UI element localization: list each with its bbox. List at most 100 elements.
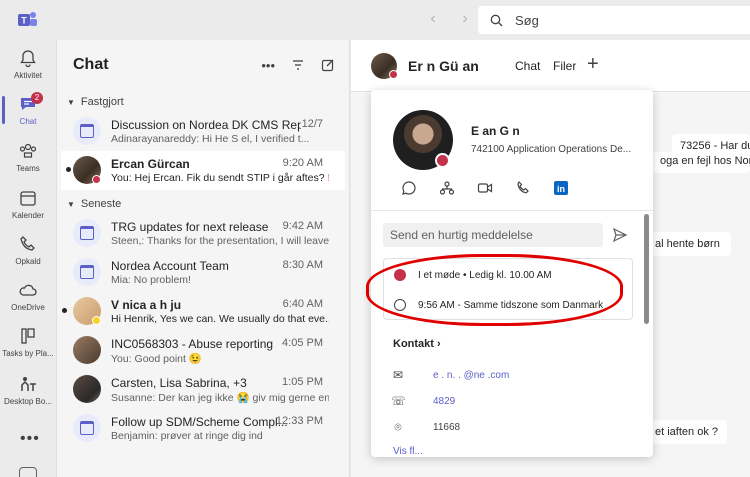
search-icon xyxy=(490,14,503,26)
recent-section-header[interactable]: ▼ Seneste xyxy=(57,194,349,214)
chat-row-nordea-cms[interactable]: Discussion on Nordea DK CMS Rep... 12/7 … xyxy=(57,112,349,151)
chat-time: 6:40 AM xyxy=(282,298,323,310)
rail-item-onedrive[interactable]: OneDrive xyxy=(0,280,56,312)
collapse-triangle-icon: ▼ xyxy=(67,97,75,107)
message-bubble: al hente børn xyxy=(647,232,731,256)
phone-row[interactable]: ☏ 4829 xyxy=(391,394,455,408)
quick-message-input[interactable]: Send en hurtig meddelelse xyxy=(383,223,603,247)
rail-label-chat: Chat xyxy=(19,117,37,126)
important-icon: ! xyxy=(328,172,329,184)
filter-icon[interactable] xyxy=(291,58,305,72)
busy-status-icon xyxy=(435,153,450,168)
busy-status-icon xyxy=(92,175,101,184)
chat-badge: 2 xyxy=(31,92,43,104)
title-bar: T ‹ › Søg xyxy=(0,0,750,40)
local-time-text: 9:56 AM - Samme tidszone som Danmark xyxy=(418,299,604,311)
add-tab-icon[interactable]: + xyxy=(587,53,599,76)
profile-card: E an G n 742100 Application Operations D… xyxy=(371,90,653,457)
chat-time: 1:05 PM xyxy=(282,376,323,388)
linkedin-icon[interactable]: in xyxy=(553,180,569,196)
rail-label-teams: Teams xyxy=(16,164,40,173)
chat-row-inc0568303[interactable]: INC0568303 - Abuse reporting 4:05 PM You… xyxy=(57,331,349,370)
show-more-link[interactable]: Vis fl... xyxy=(393,446,423,457)
rail-label-activity: Aktivitet xyxy=(13,71,42,80)
chat-time: 9:42 AM xyxy=(282,220,323,232)
chevron-right-icon: › xyxy=(437,338,441,350)
more-options-icon[interactable]: ••• xyxy=(261,58,275,73)
local-time-row: 9:56 AM - Samme tidszone som Danmark xyxy=(394,299,603,311)
rail-item-calls[interactable]: Opkald xyxy=(0,234,56,266)
chat-time: 4:05 PM xyxy=(282,337,323,349)
group-chat-icon xyxy=(73,258,101,286)
away-status-icon xyxy=(92,316,101,325)
contact-section-header[interactable]: Kontakt › xyxy=(393,338,441,350)
video-call-icon[interactable] xyxy=(477,180,493,196)
phone-icon xyxy=(20,236,35,251)
chat-preview: Adinarayanareddy: Hi He S el, I verified… xyxy=(111,133,310,145)
chat-row-carsten[interactable]: Carsten, Lisa Sabrina, +3 1:05 PM Susann… xyxy=(57,370,349,409)
rail-item-chat[interactable]: 2 Chat xyxy=(0,92,56,126)
rail-label-calls: Opkald xyxy=(15,257,41,266)
chat-name: V nica a h ju xyxy=(111,298,182,312)
chat-time: 12:33 PM xyxy=(275,415,323,427)
clock-icon xyxy=(394,299,406,311)
bell-icon xyxy=(20,50,36,68)
message-bubble: et iaften ok ? xyxy=(647,420,727,444)
chat-row-ercan[interactable]: Ercan Gürcan 9:20 AM You: Hej Ercan. Fik… xyxy=(61,151,345,190)
unread-indicator xyxy=(66,167,71,172)
chat-icon[interactable] xyxy=(401,180,417,196)
send-icon[interactable] xyxy=(612,227,628,243)
presence-box: I et møde • Ledig kl. 10.00 AM 9:56 AM -… xyxy=(383,258,633,320)
group-chat-icon xyxy=(73,414,101,442)
org-chart-icon[interactable] xyxy=(439,180,455,196)
location-value: 11668 xyxy=(433,422,461,433)
chat-time: 9:20 AM xyxy=(282,157,323,169)
location-icon: ⌾ xyxy=(394,420,402,434)
rail-item-calendar[interactable]: Kalender xyxy=(0,188,56,220)
chat-list-panel: Chat ••• ▼ Fastgjort Discussion on Norde… xyxy=(56,40,350,477)
phone-icon[interactable] xyxy=(515,180,531,196)
rail-label-desktop: Desktop Bo... xyxy=(3,397,53,406)
search-input[interactable]: Søg xyxy=(478,6,750,34)
chat-row-trg[interactable]: TRG updates for next release 9:42 AM Ste… xyxy=(57,214,349,253)
chat-row-nordea-account[interactable]: Nordea Account Team 8:30 AM Mia: No prob… xyxy=(57,253,349,292)
message-bubble: oga en fejl hos Nord xyxy=(652,152,750,173)
profile-actions: in xyxy=(401,180,569,196)
email-row[interactable]: ✉ e . n. . @ne .com xyxy=(391,368,509,382)
tab-chat[interactable]: Chat xyxy=(515,59,540,73)
tasks-icon xyxy=(21,328,35,344)
chat-row-veronica[interactable]: V nica a h ju 6:40 AM Hi Henrik, Yes we … xyxy=(57,292,349,331)
rail-item-activity[interactable]: Aktivitet xyxy=(0,48,56,80)
tab-files[interactable]: Filer xyxy=(553,59,576,73)
chat-preview-text: You: Hej Ercan. Fik du sendt STIP i går … xyxy=(111,172,325,184)
chat-list-title: Chat xyxy=(73,56,109,73)
busy-status-icon xyxy=(394,269,406,281)
phone-value[interactable]: 4829 xyxy=(433,396,455,407)
chevron-left-icon[interactable]: ‹ xyxy=(424,10,442,28)
chevron-right-icon[interactable]: › xyxy=(456,10,474,28)
rail-item-teams[interactable]: Teams xyxy=(0,141,56,173)
unread-indicator xyxy=(62,308,67,313)
recent-label: Seneste xyxy=(80,198,122,210)
chat-header: Er n Gü an Chat Filer + xyxy=(351,40,750,92)
chat-list-actions: ••• xyxy=(261,58,335,73)
svg-text:T: T xyxy=(21,16,27,26)
chat-row-sdm-scheme[interactable]: Follow up SDM/Scheme Compl... 12:33 PM B… xyxy=(57,409,349,448)
chat-header-name[interactable]: Er n Gü an xyxy=(408,58,479,74)
more-apps-button[interactable]: ••• xyxy=(20,430,40,448)
chat-preview: You: Hej Ercan. Fik du sendt STIP i går … xyxy=(111,172,329,184)
chat-name: INC0568303 - Abuse reporting xyxy=(111,337,274,351)
pinned-section-header[interactable]: ▼ Fastgjort xyxy=(57,92,349,112)
profile-job-title: 742100 Application Operations De... xyxy=(471,144,632,155)
new-chat-icon[interactable] xyxy=(321,58,335,72)
group-chat-icon xyxy=(73,219,101,247)
scrollbar[interactable] xyxy=(644,214,649,324)
app-rail: Aktivitet 2 Chat Teams Kalender Opkald O… xyxy=(0,40,56,477)
chat-preview: Mia: No problem! xyxy=(111,274,191,286)
calendar-icon xyxy=(20,191,36,206)
add-app-icon[interactable] xyxy=(19,467,37,477)
rail-item-desktop[interactable]: Desktop Bo... xyxy=(0,374,56,406)
rail-item-tasks[interactable]: Tasks by Pla... xyxy=(0,326,56,358)
email-value[interactable]: e . n. . @ne .com xyxy=(433,370,509,381)
busy-status-icon xyxy=(389,70,398,79)
